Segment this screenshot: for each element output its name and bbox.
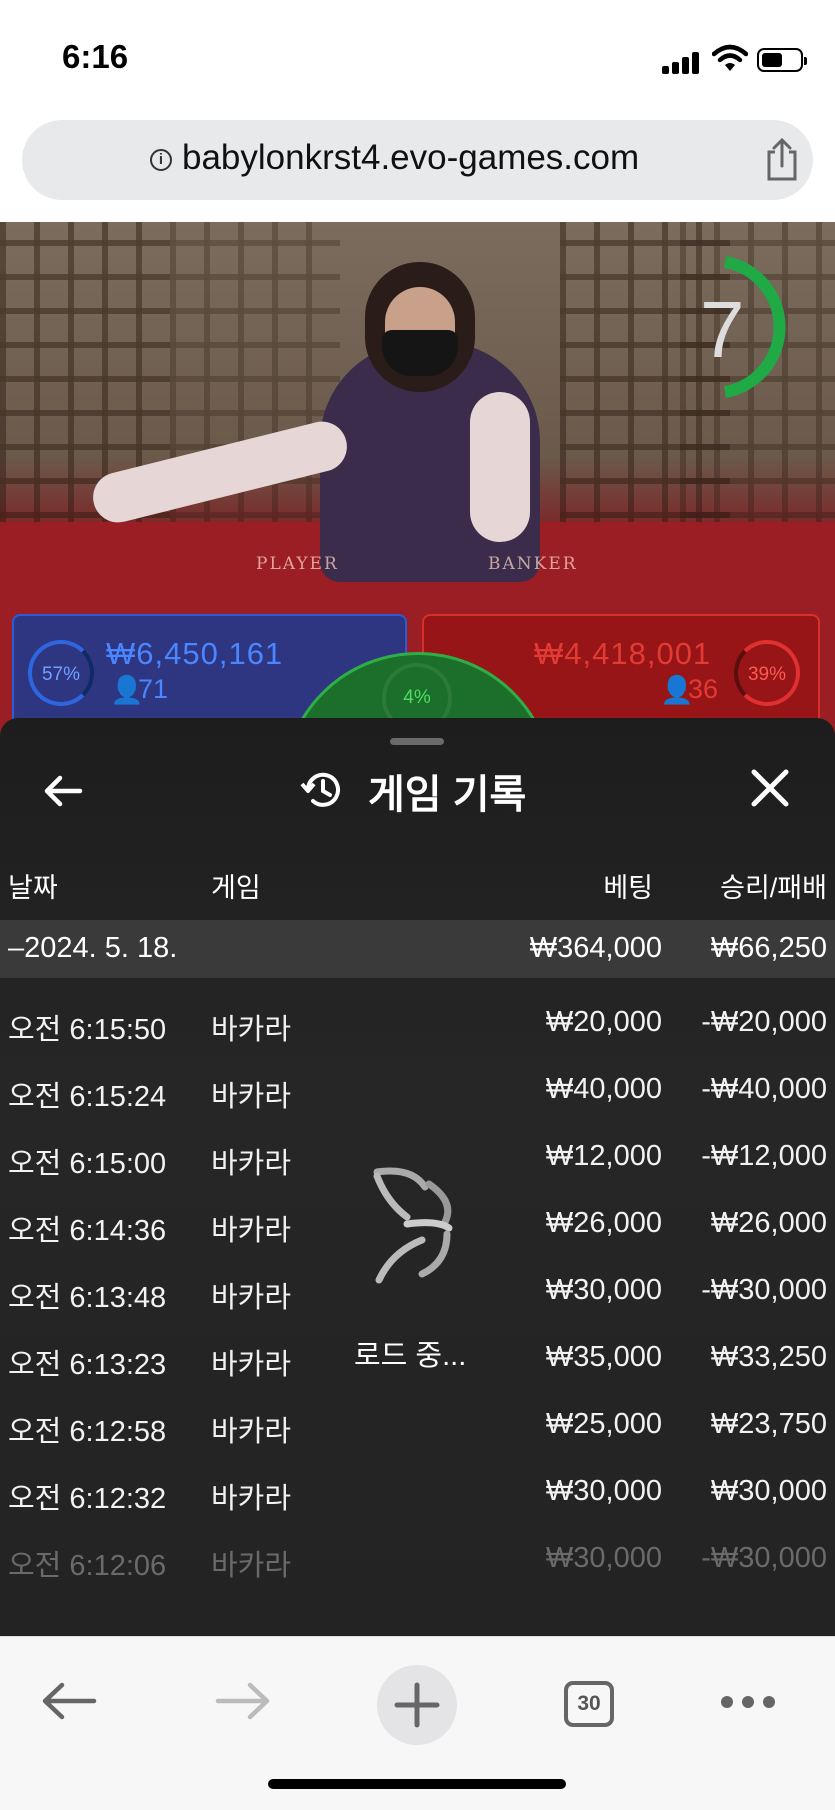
row-game: 바카라 xyxy=(211,1416,292,1448)
forward-arrow-icon[interactable] xyxy=(214,1679,272,1723)
new-tab-button[interactable] xyxy=(377,1665,457,1745)
row-result: ₩30,000 xyxy=(710,1475,827,1507)
url-text[interactable]: babylonkrst4.evo-games.com xyxy=(182,138,639,178)
back-arrow-icon[interactable] xyxy=(40,768,86,814)
player-amount: ₩6,450,161 xyxy=(106,636,284,671)
drag-handle[interactable] xyxy=(390,738,444,745)
column-header-result: 승리/패배 xyxy=(720,873,827,903)
row-result: -₩30,000 xyxy=(701,1542,827,1574)
column-header-game: 게임 xyxy=(211,873,261,903)
row-game: 바카라 xyxy=(211,1483,292,1515)
row-game: 바카라 xyxy=(211,1014,292,1046)
row-time: 오전 6:15:00 xyxy=(8,1148,167,1180)
date-group-row[interactable]: –2024. 5. 18. ₩364,000 ₩66,250 xyxy=(0,920,835,978)
row-game: 바카라 xyxy=(211,1550,292,1582)
row-bet: ₩26,000 xyxy=(545,1207,662,1239)
site-info-icon[interactable]: i xyxy=(150,149,172,171)
row-bet: ₩25,000 xyxy=(545,1408,662,1440)
row-bet: ₩30,000 xyxy=(545,1274,662,1306)
row-game: 바카라 xyxy=(211,1215,292,1247)
row-game: 바카라 xyxy=(211,1349,292,1381)
close-icon[interactable] xyxy=(746,764,794,812)
row-time: 오전 6:15:50 xyxy=(8,1014,167,1046)
more-options-icon[interactable] xyxy=(720,1695,776,1709)
row-time: 오전 6:12:58 xyxy=(8,1416,167,1448)
row-bet: ₩30,000 xyxy=(545,1542,662,1574)
row-result: -₩12,000 xyxy=(701,1140,827,1172)
banker-percent: 39% xyxy=(734,640,800,706)
wifi-icon xyxy=(712,44,748,71)
live-video: PLAYER BANKER 7 57% ₩6,450,161 👤 71 ₩4,4… xyxy=(0,222,835,742)
share-icon[interactable] xyxy=(762,138,802,182)
plus-icon xyxy=(394,1682,440,1728)
history-row[interactable]: 오전 6:12:58 바카라 ₩25,000 ₩23,750 xyxy=(0,1394,835,1460)
row-result: ₩23,750 xyxy=(710,1408,827,1440)
battery-icon xyxy=(757,48,807,72)
history-row[interactable]: 오전 6:12:32 바카라 ₩30,000 ₩30,000 xyxy=(0,1461,835,1527)
row-time: 오전 6:14:36 xyxy=(8,1215,167,1247)
row-result: -₩30,000 xyxy=(701,1274,827,1306)
history-icon xyxy=(300,772,340,807)
status-bar: 6:16 xyxy=(0,0,835,110)
row-bet: ₩35,000 xyxy=(545,1341,662,1373)
panel-title: 게임 기록 xyxy=(368,773,527,817)
row-game: 바카라 xyxy=(211,1282,292,1314)
row-result: -₩40,000 xyxy=(701,1073,827,1105)
row-game: 바카라 xyxy=(211,1148,292,1180)
row-time: 오전 6:12:06 xyxy=(8,1550,167,1582)
tabs-button[interactable]: 30 xyxy=(564,1681,614,1727)
row-result: -₩20,000 xyxy=(701,1006,827,1038)
player-percent: 57% xyxy=(28,640,94,706)
banker-amount: ₩4,418,001 xyxy=(534,636,712,671)
row-time: 오전 6:15:24 xyxy=(8,1081,167,1113)
row-bet: ₩20,000 xyxy=(545,1006,662,1038)
address-bar[interactable]: i babylonkrst4.evo-games.com xyxy=(22,120,813,200)
countdown-timer: 7 xyxy=(700,285,745,374)
column-header-bet: 베팅 xyxy=(603,873,653,903)
row-time: 오전 6:12:32 xyxy=(8,1483,167,1515)
player-count: 71 xyxy=(138,674,169,704)
date-group-result-total: ₩66,250 xyxy=(710,932,827,964)
row-time: 오전 6:13:48 xyxy=(8,1282,167,1314)
row-bet: ₩40,000 xyxy=(545,1073,662,1105)
row-bet: ₩12,000 xyxy=(545,1140,662,1172)
status-time: 6:16 xyxy=(62,38,129,75)
row-bet: ₩30,000 xyxy=(545,1475,662,1507)
history-row[interactable]: 오전 6:15:24 바카라 ₩40,000 -₩40,000 xyxy=(0,1059,835,1125)
history-row[interactable]: 오전 6:12:06 바카라 ₩30,000 -₩30,000 xyxy=(0,1528,835,1594)
row-result: ₩26,000 xyxy=(710,1207,827,1239)
banker-count: 36 xyxy=(688,674,719,704)
row-result: ₩33,250 xyxy=(710,1341,827,1373)
table-label-banker: BANKER xyxy=(488,554,578,574)
back-arrow-icon[interactable] xyxy=(40,1679,98,1723)
date-group-date: –2024. 5. 18. xyxy=(8,932,178,964)
loading-spinner-icon xyxy=(373,1167,453,1284)
row-game: 바카라 xyxy=(211,1081,292,1113)
column-header-date: 날짜 xyxy=(8,873,58,903)
loading-text: 로드 중... xyxy=(354,1340,467,1372)
cellular-signal-icon xyxy=(662,50,700,74)
table-label-player: PLAYER xyxy=(256,554,339,574)
home-indicator xyxy=(268,1779,566,1789)
browser-toolbar: 30 xyxy=(0,1636,835,1810)
row-time: 오전 6:13:23 xyxy=(8,1349,167,1381)
history-row[interactable]: 오전 6:15:50 바카라 ₩20,000 -₩20,000 xyxy=(0,992,835,1058)
date-group-bet-total: ₩364,000 xyxy=(529,932,662,964)
